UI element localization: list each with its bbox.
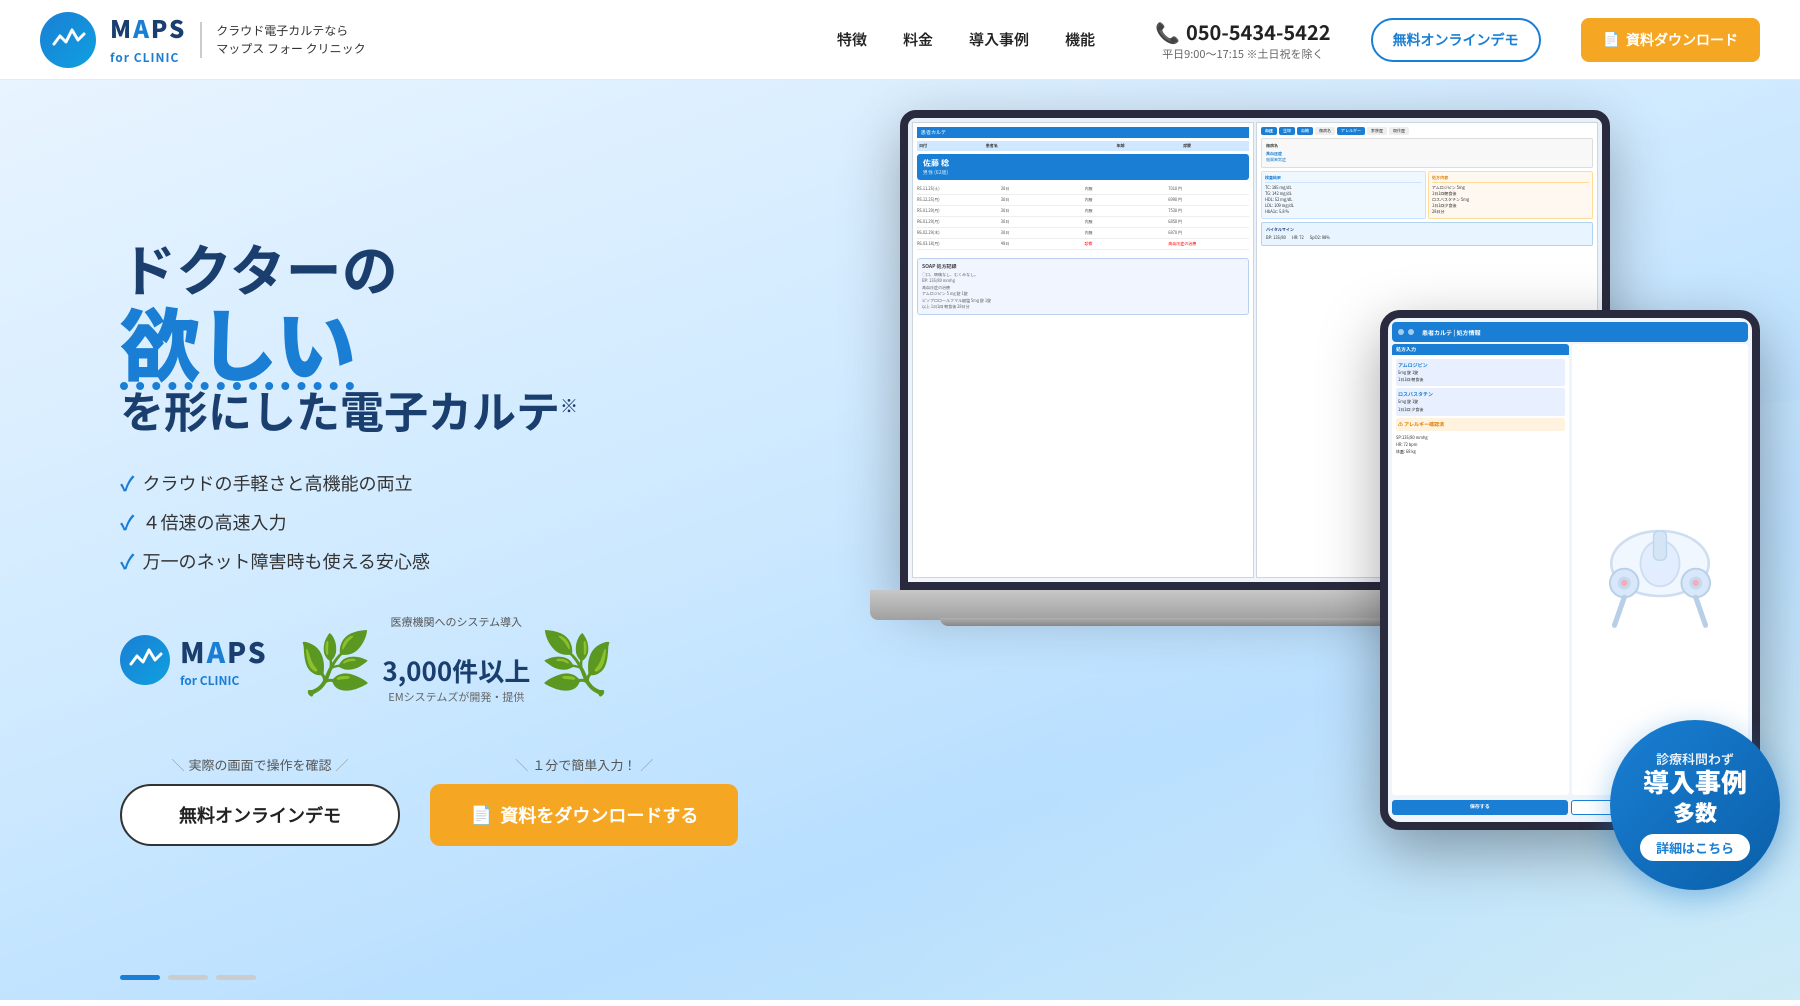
logo-tagline: クラウド電子カルテなら マップス フォー クリニック xyxy=(200,22,365,58)
hero-heading-2: 欲しい xyxy=(120,301,800,381)
cta-download-block: ＼ １分で簡単入力！ ／ 📄 資料をダウンロードする xyxy=(430,755,738,846)
check-icon-1: ✓ xyxy=(120,468,134,497)
logo-icon xyxy=(40,12,96,68)
count-badge: 医療機関へのシステム導入 🌿 3,000件以上 🌿 EMシステムズが開発・提供 xyxy=(298,615,615,705)
hero-features-list: ✓ クラウドの手軽さと高機能の両立 ✓ ４倍速の高速入力 ✓ 万一のネット障害時… xyxy=(120,468,800,575)
hero-logo-icon xyxy=(120,635,170,685)
cta-demo-button[interactable]: 無料オンラインデモ xyxy=(120,784,400,846)
cta-demo-block: ＼ 実際の画面で操作を確認 ／ 無料オンラインデモ xyxy=(120,755,400,846)
laurel-right-icon: 🌿 xyxy=(540,629,615,689)
cta-demo-label: ＼ 実際の画面で操作を確認 ／ xyxy=(171,755,348,774)
phone-hours: 平日9:00〜17:15 ※土日祝を除く xyxy=(1162,46,1323,62)
laurel-left-icon: 🌿 xyxy=(298,629,373,689)
cta-download-label: ＼ １分で簡単入力！ ／ xyxy=(515,755,653,774)
tablet-panel-left: 処方入力 アムロジピン 5mg 錠 1錠 1日1回 朝食後 ロスバスタチン 5m… xyxy=(1392,344,1569,795)
hero-logo-badge: MAPS for CLINIC xyxy=(120,632,268,689)
nav-pricing[interactable]: 料金 xyxy=(903,29,933,50)
check-icon-2: ✓ xyxy=(120,507,134,536)
hero-badges: MAPS for CLINIC 医療機関へのシステム導入 🌿 3,000件以上 … xyxy=(120,615,800,705)
nav-features[interactable]: 特徴 xyxy=(837,29,867,50)
phone-number: 📞 050-5434-5422 xyxy=(1155,17,1331,46)
download-icon: 📄 xyxy=(1603,31,1620,48)
floating-case-badge[interactable]: 診療科問わず 導入事例 多数 詳細はこちら xyxy=(1610,720,1780,890)
phone-icon: 📞 xyxy=(1155,17,1180,46)
nav-cases[interactable]: 導入事例 xyxy=(969,29,1029,50)
screen-panel-left: 患者カルテ 日付患者名年齢診察 佐藤 稔 男性 (62歳) xyxy=(912,122,1254,578)
pagination-dot-1[interactable] xyxy=(120,975,160,980)
cta-download-button[interactable]: 📄 資料をダウンロードする xyxy=(430,784,738,846)
pagination-dots xyxy=(120,975,256,980)
hero-content: ドクターの 欲しい を形にした電子カルテ※ ✓ クラウドの手軽さと高機能の両立 … xyxy=(120,140,800,940)
tablet-top-bar: 患者カルテ | 処方情報 xyxy=(1392,322,1748,342)
nav-functions[interactable]: 機能 xyxy=(1065,29,1095,50)
check-icon-3: ✓ xyxy=(120,546,134,575)
count-number: 3,000件以上 xyxy=(382,633,530,685)
feature-item-3: ✓ 万一のネット障害時も使える安心感 xyxy=(120,546,800,575)
hero-section: ドクターの 欲しい を形にした電子カルテ※ ✓ クラウドの手軽さと高機能の両立 … xyxy=(0,80,1800,1000)
screen-header-left: 患者カルテ xyxy=(917,127,1249,138)
hero-cta: ＼ 実際の画面で操作を確認 ／ 無料オンラインデモ ＼ １分で簡単入力！ ／ 📄… xyxy=(120,755,800,846)
feature-item-1: ✓ クラウドの手軽さと高機能の両立 xyxy=(120,468,800,497)
main-nav: 特徴 料金 導入事例 機能 xyxy=(837,29,1095,50)
hero-heading-3: を形にした電子カルテ※ xyxy=(120,381,800,438)
pagination-dot-3[interactable] xyxy=(216,975,256,980)
count-badge-wrap: 🌿 3,000件以上 🌿 xyxy=(298,629,615,689)
header: MAPSfor CLINIC クラウド電子カルテなら マップス フォー クリニッ… xyxy=(0,0,1800,80)
phone-area: 📞 050-5434-5422 平日9:00〜17:15 ※土日祝を除く xyxy=(1155,17,1331,62)
header-download-button[interactable]: 📄 資料ダウンロード xyxy=(1581,18,1760,62)
logo-maps-text: MAPSfor CLINIC xyxy=(110,16,186,64)
header-demo-button[interactable]: 無料オンラインデモ xyxy=(1371,18,1541,62)
pagination-dot-2[interactable] xyxy=(168,975,208,980)
logo-for-text: for CLINIC xyxy=(110,49,179,66)
hero-logo-text: MAPS for CLINIC xyxy=(180,632,268,689)
logo-area: MAPSfor CLINIC クラウド電子カルテなら マップス フォー クリニッ… xyxy=(40,12,366,68)
feature-item-2: ✓ ４倍速の高速入力 xyxy=(120,507,800,536)
logo-text-block: MAPSfor CLINIC xyxy=(110,16,186,64)
hero-devices: 患者カルテ 日付患者名年齢診察 佐藤 稔 男性 (62歳) xyxy=(900,110,1800,970)
download-icon-cta: 📄 xyxy=(470,805,492,826)
